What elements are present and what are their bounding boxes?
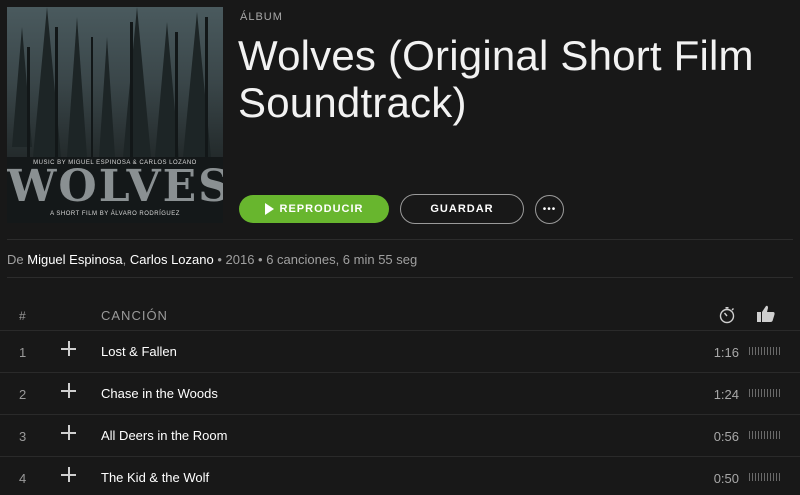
album-type-label: ÁLBUM: [240, 11, 283, 23]
play-button-label: REPRODUCIR: [279, 203, 364, 215]
add-track-icon[interactable]: [60, 340, 78, 358]
album-title: Wolves (Original Short Film Soundtrack): [238, 32, 754, 126]
artist-link-1[interactable]: Miguel Espinosa: [27, 252, 122, 267]
popularity-bar: [749, 473, 782, 481]
add-track-icon[interactable]: [60, 466, 78, 484]
track-title: Lost & Fallen: [101, 344, 177, 359]
save-button[interactable]: GUARDAR: [400, 194, 524, 224]
column-number[interactable]: #: [19, 309, 26, 323]
cover-credit-bottom: A SHORT FILM BY ÁLVARO RODRÍGUEZ: [50, 211, 180, 217]
album-meta: De Miguel Espinosa, Carlos Lozano • 2016…: [7, 252, 417, 267]
track-row[interactable]: 1 Lost & Fallen 1:16: [0, 330, 800, 372]
more-options-icon: •••: [542, 204, 557, 215]
divider: [7, 277, 793, 278]
track-duration: 0:56: [713, 429, 739, 444]
play-button[interactable]: REPRODUCIR: [239, 195, 389, 223]
album-cover: MUSIC BY MIGUEL ESPINOSA & CARLOS LOZANO…: [7, 7, 223, 223]
track-duration: 1:24: [713, 387, 739, 402]
popularity-bar: [749, 347, 782, 355]
more-options-button[interactable]: •••: [535, 195, 564, 224]
popularity-bar: [749, 431, 782, 439]
meta-separator: ,: [122, 252, 127, 267]
artist-link-2[interactable]: Carlos Lozano: [130, 252, 214, 267]
track-row[interactable]: 3 All Deers in the Room 0:56: [0, 414, 800, 456]
column-song[interactable]: CANCIÓN: [101, 308, 168, 323]
track-duration: 0:50: [713, 471, 739, 486]
meta-details: • 2016 • 6 canciones, 6 min 55 seg: [217, 252, 418, 267]
track-number: 4: [19, 471, 27, 486]
play-icon: [264, 203, 274, 215]
track-number: 2: [19, 387, 27, 402]
track-row[interactable]: 2 Chase in the Woods 1:24: [0, 372, 800, 414]
add-track-icon[interactable]: [60, 382, 78, 400]
track-number: 1: [19, 345, 27, 360]
stopwatch-icon[interactable]: [718, 306, 736, 329]
tracklist-header: # CANCIÓN: [0, 300, 800, 330]
cover-logo: WOLVES: [7, 161, 223, 212]
add-track-icon[interactable]: [60, 424, 78, 442]
popularity-bar: [749, 389, 782, 397]
track-title: The Kid & the Wolf: [101, 470, 210, 485]
track-title: Chase in the Woods: [101, 386, 218, 401]
track-number: 3: [19, 429, 27, 444]
divider: [7, 239, 793, 240]
track-row[interactable]: 4 The Kid & the Wolf 0:50: [0, 456, 800, 495]
track-title: All Deers in the Room: [101, 428, 228, 443]
thumbs-up-icon[interactable]: [756, 305, 776, 328]
track-duration: 1:16: [713, 345, 739, 360]
meta-prefix: De: [7, 252, 24, 267]
